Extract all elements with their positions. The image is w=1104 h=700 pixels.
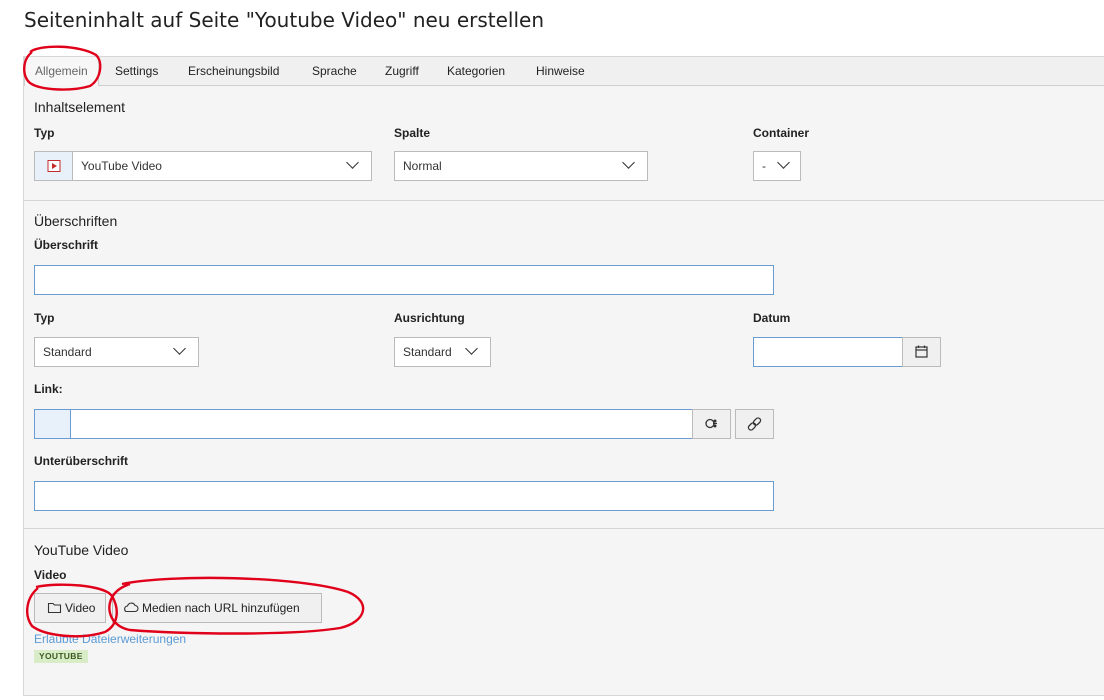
- tab-sprache[interactable]: Sprache: [312, 57, 357, 86]
- chevron-down-icon: [346, 156, 359, 169]
- tab-bar: Allgemein Settings Erscheinungsbild Spra…: [24, 57, 1104, 87]
- add-video-label: Video: [65, 601, 96, 615]
- tab-kategorien[interactable]: Kategorien: [447, 57, 505, 86]
- section-headers: Überschriften Überschrift Typ Ausrichtun…: [24, 201, 1104, 528]
- link-input[interactable]: [70, 409, 693, 439]
- link-prefix: [34, 409, 71, 439]
- section-content-element: Inhaltselement Typ Spalte Container YouT…: [24, 86, 1104, 200]
- header-type-label: Typ: [34, 311, 55, 325]
- subheader-label: Unterüberschrift: [34, 454, 129, 468]
- youtube-icon: [35, 152, 73, 180]
- cloud-icon: [124, 602, 139, 613]
- date-input[interactable]: [753, 337, 903, 367]
- chevron-down-icon: [777, 156, 790, 169]
- link-label: Link:: [34, 382, 63, 396]
- header-input[interactable]: [34, 265, 774, 295]
- page-title: Seiteninhalt auf Seite "Youtube Video" n…: [24, 8, 545, 32]
- header-type-value: Standard: [43, 345, 92, 359]
- link-browser-icon: [705, 418, 717, 429]
- allowed-extensions-link[interactable]: Erlaubte Dateierweiterungen: [34, 632, 186, 646]
- folder-icon: [47, 602, 62, 614]
- date-picker-button[interactable]: [902, 337, 941, 367]
- chevron-down-icon: [173, 342, 186, 355]
- section-youtube-video: YouTube Video Video Video Medien nach UR…: [24, 529, 1104, 695]
- link-icon: [747, 417, 762, 431]
- column-value: Normal: [403, 159, 442, 173]
- add-media-by-url-button[interactable]: Medien nach URL hinzufügen: [112, 593, 322, 623]
- content-type-select[interactable]: YouTube Video: [34, 151, 372, 181]
- tab-hinweise[interactable]: Hinweise: [536, 57, 585, 86]
- spalte-label: Spalte: [394, 126, 431, 140]
- alignment-select[interactable]: Standard: [394, 337, 491, 367]
- chevron-down-icon: [465, 342, 478, 355]
- tab-erscheinungsbild[interactable]: Erscheinungsbild: [188, 57, 279, 86]
- section-title-content-element: Inhaltselement: [34, 99, 126, 115]
- container-select[interactable]: -: [753, 151, 801, 181]
- link-browser-button[interactable]: [692, 409, 731, 439]
- alignment-value: Standard: [403, 345, 452, 359]
- extension-badge-youtube: YOUTUBE: [34, 650, 88, 663]
- tab-allgemein[interactable]: Allgemein: [24, 57, 99, 87]
- section-title-headers: Überschriften: [34, 213, 118, 229]
- section-title-youtube: YouTube Video: [34, 542, 129, 558]
- content-type-value: YouTube Video: [81, 159, 162, 173]
- alignment-label: Ausrichtung: [394, 311, 465, 325]
- date-label: Datum: [753, 311, 791, 325]
- chevron-down-icon: [622, 156, 635, 169]
- content-form: Allgemein Settings Erscheinungsbild Spra…: [23, 56, 1104, 696]
- column-select[interactable]: Normal: [394, 151, 648, 181]
- tab-zugriff[interactable]: Zugriff: [385, 57, 419, 86]
- subheader-input[interactable]: [34, 481, 774, 511]
- typ-label: Typ: [34, 126, 55, 140]
- container-label: Container: [753, 126, 810, 140]
- header-label: Überschrift: [34, 238, 99, 252]
- header-type-select[interactable]: Standard: [34, 337, 199, 367]
- video-label: Video: [34, 568, 67, 582]
- link-button[interactable]: [735, 409, 774, 439]
- calendar-icon: [915, 345, 928, 358]
- add-media-by-url-label: Medien nach URL hinzufügen: [142, 601, 300, 615]
- container-value: -: [762, 159, 766, 173]
- tab-settings[interactable]: Settings: [115, 57, 158, 86]
- add-video-button[interactable]: Video: [34, 593, 106, 623]
